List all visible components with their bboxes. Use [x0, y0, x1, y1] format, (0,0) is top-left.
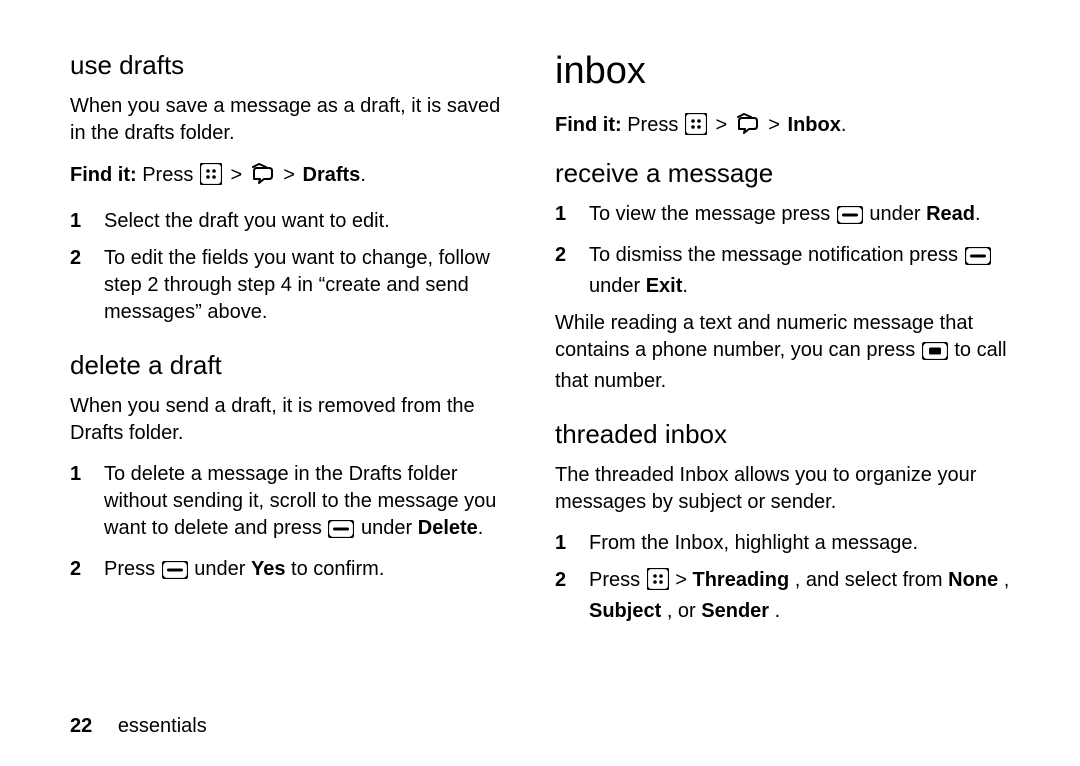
para-threaded: The threaded Inbox allows you to organiz… [555, 462, 1020, 516]
text-fragment: , or [667, 600, 701, 622]
step-text: Select the draft you want to edit. [104, 208, 515, 235]
para-while-reading: While reading a text and numeric message… [555, 310, 1020, 395]
text-fragment: Press [104, 558, 161, 580]
separator-icon: > [283, 164, 295, 186]
option-label: Subject [589, 600, 661, 622]
ok-key-icon [922, 341, 948, 368]
heading-receive: receive a message [555, 158, 1020, 189]
separator-icon: > [715, 114, 727, 136]
menu-key-icon [647, 568, 669, 598]
findit-inbox: Find it: Press > > Inbox. [555, 111, 1020, 144]
step-text: From the Inbox, highlight a message. [589, 530, 1020, 557]
softkey-icon [162, 560, 188, 587]
list-item: From the Inbox, highlight a message. [555, 530, 1020, 557]
step-text: To view the message press under Read. [589, 201, 1020, 232]
list-item: To dismiss the message notification pres… [555, 242, 1020, 300]
findit-drafts: Find it: Press > > Drafts. [70, 161, 515, 194]
softkey-label: Delete [418, 517, 478, 539]
list-item: To edit the fields you want to change, f… [70, 245, 515, 326]
message-icon [736, 113, 760, 144]
menu-key-icon [200, 163, 222, 194]
findit-press: Press [627, 114, 678, 136]
right-column: inbox Find it: Press > > Inbox. receive … [545, 50, 1020, 736]
separator-icon: > [768, 114, 780, 136]
steps-threaded: From the Inbox, highlight a message. Pre… [555, 530, 1020, 625]
softkey-label: Exit [646, 275, 683, 297]
text-fragment: , [1004, 569, 1010, 591]
list-item: Press under Yes to confirm. [70, 556, 515, 587]
text-fragment: to confirm. [291, 558, 384, 580]
text-fragment: under [589, 275, 646, 297]
text-fragment: under [361, 517, 418, 539]
menu-key-icon [685, 113, 707, 144]
step-text: Press > Threading , and select from None… [589, 567, 1020, 625]
heading-threaded: threaded inbox [555, 419, 1020, 450]
heading-delete-draft: delete a draft [70, 350, 515, 381]
heading-inbox: inbox [555, 50, 1020, 93]
softkey-label: Yes [251, 558, 285, 580]
text-fragment: While reading a text and numeric message… [555, 312, 973, 361]
step-text: To edit the fields you want to change, f… [104, 245, 515, 326]
text-fragment: To dismiss the message notification pres… [589, 244, 964, 266]
option-label: None [948, 569, 998, 591]
text-fragment: , and select from [795, 569, 948, 591]
text-fragment: To view the message press [589, 203, 836, 225]
step-text: Press under Yes to confirm. [104, 556, 515, 587]
page-footer: 22 essentials [70, 715, 207, 738]
page-number: 22 [70, 715, 92, 737]
separator-icon: > [230, 164, 242, 186]
text-fragment: under [194, 558, 251, 580]
findit-target: Drafts [303, 164, 361, 186]
steps-use-drafts: Select the draft you want to edit. To ed… [70, 208, 515, 326]
menu-item-label: Threading [693, 569, 790, 591]
list-item: Select the draft you want to edit. [70, 208, 515, 235]
list-item: Press > Threading , and select from None… [555, 567, 1020, 625]
findit-target: Inbox [788, 114, 841, 136]
findit-label: Find it: [70, 164, 137, 186]
text-fragment: under [869, 203, 926, 225]
softkey-icon [837, 205, 863, 232]
para-use-drafts: When you save a message as a draft, it i… [70, 93, 515, 147]
text-fragment: . [775, 600, 781, 622]
findit-press: Press [142, 164, 193, 186]
step-text: To delete a message in the Drafts folder… [104, 461, 515, 546]
para-delete-draft: When you send a draft, it is removed fro… [70, 393, 515, 447]
softkey-icon [328, 519, 354, 546]
findit-label: Find it: [555, 114, 622, 136]
list-item: To view the message press under Read. [555, 201, 1020, 232]
manual-page: use drafts When you save a message as a … [0, 0, 1080, 766]
list-item: To delete a message in the Drafts folder… [70, 461, 515, 546]
option-label: Sender [701, 600, 769, 622]
softkey-icon [965, 246, 991, 273]
softkey-label: Read [926, 203, 975, 225]
text-fragment: Press [589, 569, 646, 591]
steps-delete-draft: To delete a message in the Drafts folder… [70, 461, 515, 587]
left-column: use drafts When you save a message as a … [70, 50, 545, 736]
heading-use-drafts: use drafts [70, 50, 515, 81]
step-text: To dismiss the message notification pres… [589, 242, 1020, 300]
section-name: essentials [118, 715, 207, 737]
text-fragment: > [675, 569, 692, 591]
steps-receive: To view the message press under Read. To… [555, 201, 1020, 300]
message-icon [251, 163, 275, 194]
